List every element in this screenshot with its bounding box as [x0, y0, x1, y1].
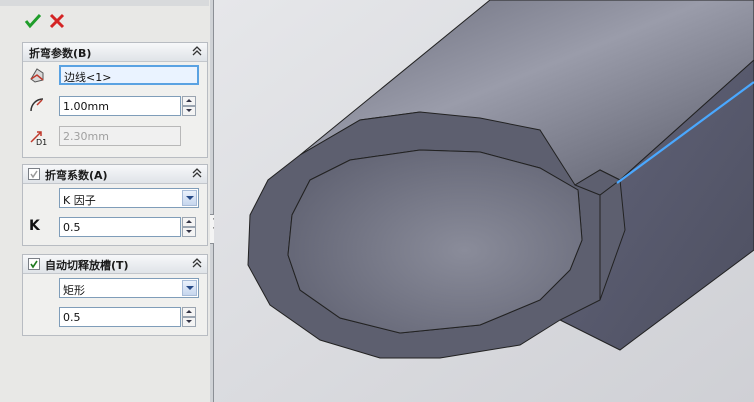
- auto-relief-checkbox[interactable]: [28, 258, 40, 270]
- panel-title-bar: [0, 0, 209, 6]
- bend-parameters-header[interactable]: 折弯参数(B): [23, 43, 207, 62]
- property-manager-panel: 折弯参数(B) 边线<1> 1.00mm D1 2.30mm 折弯系数(A) K…: [0, 0, 211, 402]
- bend-radius-spinner[interactable]: [182, 96, 196, 116]
- auto-relief-header[interactable]: 自动切释放槽(T): [23, 255, 207, 274]
- bend-radius-icon: [30, 98, 44, 112]
- thickness-icon: D1: [30, 131, 47, 146]
- collapse-chevron-icon[interactable]: [191, 45, 203, 57]
- dropdown-arrow-icon[interactable]: [182, 190, 197, 206]
- k-factor-input[interactable]: 0.5: [59, 217, 181, 237]
- green-check-icon: [24, 13, 42, 29]
- thickness-input: 2.30mm: [59, 126, 181, 146]
- bend-parameters-group: 折弯参数(B) 边线<1> 1.00mm D1 2.30mm: [22, 42, 208, 158]
- relief-type-select[interactable]: 矩形: [59, 278, 199, 298]
- bend-allowance-group: 折弯系数(A) K 因子 K 0.5: [22, 164, 208, 246]
- collapse-chevron-icon[interactable]: [191, 167, 203, 179]
- bend-allowance-type-value: K 因子: [63, 194, 96, 207]
- edge-selection-field[interactable]: 边线<1>: [59, 65, 199, 85]
- auto-relief-title: 自动切释放槽(T): [45, 259, 129, 272]
- tube-model-view: [214, 0, 754, 402]
- svg-text:D1: D1: [36, 138, 47, 146]
- bend-parameters-title: 折弯参数(B): [29, 47, 92, 60]
- bend-allowance-checkbox[interactable]: [28, 168, 40, 180]
- dropdown-arrow-icon[interactable]: [182, 280, 197, 296]
- ok-button[interactable]: [24, 12, 42, 30]
- k-factor-spinner[interactable]: [182, 217, 196, 237]
- k-factor-label: K: [29, 218, 40, 234]
- bend-radius-input[interactable]: 1.00mm: [59, 96, 181, 116]
- auto-relief-group: 自动切释放槽(T) 矩形 0.5: [22, 254, 208, 336]
- edge-select-icon: [30, 68, 44, 83]
- relief-type-value: 矩形: [63, 284, 85, 297]
- relief-ratio-input[interactable]: 0.5: [59, 307, 181, 327]
- bend-allowance-header[interactable]: 折弯系数(A): [23, 165, 207, 184]
- relief-ratio-spinner[interactable]: [182, 307, 196, 327]
- collapse-chevron-icon[interactable]: [191, 257, 203, 269]
- red-x-icon: [49, 13, 65, 29]
- bend-allowance-type-select[interactable]: K 因子: [59, 188, 199, 208]
- bend-allowance-title: 折弯系数(A): [45, 169, 108, 182]
- cancel-button[interactable]: [48, 12, 66, 30]
- graphics-viewport[interactable]: [214, 0, 754, 402]
